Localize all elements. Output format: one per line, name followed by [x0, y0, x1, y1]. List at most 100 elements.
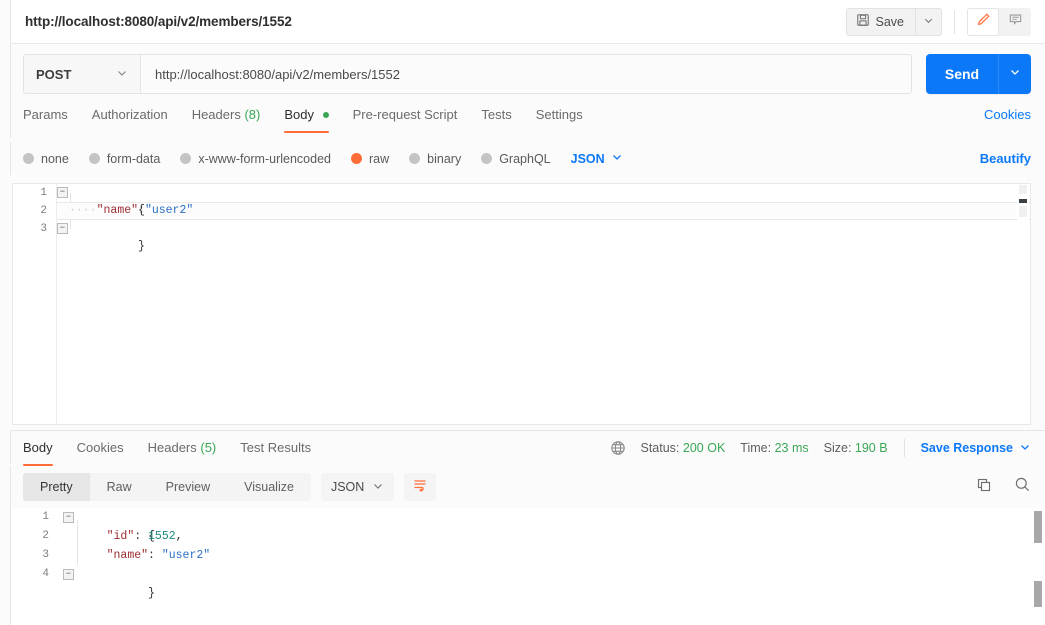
url-input[interactable]: http://localhost:8080/api/v2/members/155… — [141, 55, 911, 93]
request-gutter: 1 2 3 — [13, 184, 57, 424]
body-type-urlencoded-label: x-www-form-urlencoded — [198, 151, 331, 166]
line-number: 3 — [42, 549, 49, 561]
scrollbar-thumb-active[interactable] — [1019, 199, 1027, 203]
tab-body[interactable]: Body — [284, 104, 329, 133]
time-badge: Time: 23 ms — [740, 441, 808, 455]
response-tab-headers[interactable]: Headers (5) — [148, 437, 217, 466]
line-number: 1 — [42, 511, 49, 523]
fold-toggle-open-icon[interactable]: − — [63, 512, 74, 523]
response-tool-actions — [976, 476, 1031, 498]
response-format-select[interactable]: JSON — [320, 473, 395, 501]
line-number: 2 — [42, 530, 49, 542]
body-type-binary[interactable]: binary — [409, 152, 461, 166]
scrollbar-thumb[interactable] — [1034, 581, 1042, 607]
code-token-trail: , — [175, 530, 183, 543]
save-response-button[interactable]: Save Response — [921, 441, 1031, 456]
scrollbar-thumb[interactable] — [1019, 206, 1027, 217]
status-label: Status: — [640, 441, 680, 455]
meta-divider — [903, 439, 905, 457]
size-label: Size: — [823, 441, 852, 455]
response-code-lines: { "id": 1552, "name": "user2" } — [63, 508, 1045, 625]
send-button[interactable]: Send — [926, 54, 998, 94]
status-value: 200 OK — [682, 441, 726, 455]
radio-icon — [481, 153, 493, 164]
pencil-icon — [976, 12, 991, 32]
view-raw[interactable]: Raw — [90, 473, 149, 501]
body-format-select[interactable]: JSON — [571, 151, 623, 166]
body-type-none[interactable]: none — [23, 152, 69, 166]
status-badge: Status: 200 OK — [641, 441, 726, 455]
code-token-value: "user2" — [144, 204, 194, 217]
tab-headers[interactable]: Headers (8) — [192, 104, 261, 133]
chevron-down-icon — [1009, 65, 1021, 83]
wrap-lines-button[interactable] — [404, 473, 437, 501]
body-type-binary-label: binary — [427, 151, 462, 166]
request-code-area: 1 2 3 { ····"name":"user2" } − − — [13, 184, 1030, 424]
body-type-none-label: none — [41, 151, 69, 166]
fold-toggle-close-icon[interactable]: − — [63, 569, 74, 580]
chevron-down-icon — [611, 151, 623, 166]
view-preview[interactable]: Preview — [149, 473, 227, 501]
body-type-raw-label: raw — [369, 151, 390, 166]
response-gutter: 1 2 3 4 — [11, 508, 63, 625]
chevron-down-icon — [923, 13, 934, 31]
comments-button[interactable] — [999, 8, 1031, 36]
search-button[interactable] — [1014, 476, 1031, 498]
cookies-link[interactable]: Cookies — [984, 104, 1031, 122]
body-type-graphql[interactable]: GraphQL — [481, 151, 551, 166]
tab-params[interactable]: Params — [23, 104, 68, 133]
send-options-button[interactable] — [998, 54, 1031, 94]
response-body-viewer[interactable]: 1 2 3 4 { "id": 1552, "name": "user2" } … — [10, 508, 1045, 625]
scrollbar-thumb[interactable] — [1019, 185, 1027, 194]
code-token-colon: : — [148, 549, 162, 562]
code-token-key: "name" — [96, 204, 139, 217]
size-badge: Size: 190 B — [824, 441, 888, 455]
chevron-down-icon — [372, 480, 384, 495]
response-scrollbar[interactable] — [1032, 509, 1044, 624]
view-visualize[interactable]: Visualize — [227, 473, 311, 501]
radio-selected-icon — [351, 153, 362, 164]
response-tab-test-results-label: Test Results — [240, 440, 312, 455]
fold-toggle-close-icon[interactable]: − — [57, 223, 68, 234]
request-editor-scrollbar[interactable] — [1017, 185, 1029, 423]
code-token-colon: : — [134, 530, 149, 543]
body-type-graphql-label: GraphQL — [499, 151, 551, 166]
send-group: Send — [926, 54, 1031, 94]
header-actions: Save — [845, 0, 1045, 43]
tab-tests[interactable]: Tests — [481, 104, 511, 133]
http-method-select[interactable]: POST — [24, 55, 141, 93]
line-number: 4 — [42, 568, 49, 580]
tab-pre-request-script[interactable]: Pre-request Script — [353, 104, 458, 133]
request-body-editor[interactable]: 1 2 3 { ····"name":"user2" } − − — [12, 183, 1031, 425]
body-type-form-data[interactable]: form-data — [88, 152, 160, 166]
tab-settings[interactable]: Settings — [536, 104, 583, 133]
response-tab-test-results[interactable]: Test Results — [240, 437, 311, 466]
code-line: "id": 1552, — [63, 527, 1045, 546]
body-type-urlencoded[interactable]: x-www-form-urlencoded — [180, 152, 331, 166]
response-tab-body[interactable]: Body — [23, 437, 53, 466]
body-modified-dot-icon — [322, 112, 329, 118]
scrollbar-thumb[interactable] — [1034, 511, 1042, 543]
view-pretty[interactable]: Pretty — [23, 473, 90, 501]
edit-mode-button[interactable] — [967, 7, 999, 36]
request-header: http://localhost:8080/api/v2/members/155… — [10, 0, 1045, 44]
fold-toggle-open-icon[interactable]: − — [57, 187, 68, 198]
tab-pre-request-script-label: Pre-request Script — [352, 107, 458, 122]
save-button-label: Save — [875, 14, 905, 29]
response-tab-bar: Body Cookies Headers (5) Test Results St… — [10, 431, 1045, 466]
tab-authorization[interactable]: Authorization — [92, 104, 168, 133]
request-code-lines: { ····"name":"user2" } — [57, 184, 1030, 424]
save-options-button[interactable] — [915, 7, 942, 36]
body-type-raw[interactable]: raw — [351, 152, 389, 166]
code-line: { — [63, 508, 1045, 543]
floppy-disk-icon — [856, 13, 870, 30]
code-token: } — [148, 587, 155, 600]
copy-button[interactable] — [976, 477, 992, 498]
save-button[interactable]: Save — [845, 7, 915, 36]
tab-headers-label: Headers — [191, 107, 241, 122]
radio-icon — [88, 153, 100, 164]
beautify-link[interactable]: Beautify — [980, 151, 1031, 166]
response-tab-body-label: Body — [23, 440, 53, 455]
radio-icon — [409, 153, 421, 164]
response-tab-cookies[interactable]: Cookies — [77, 437, 124, 466]
